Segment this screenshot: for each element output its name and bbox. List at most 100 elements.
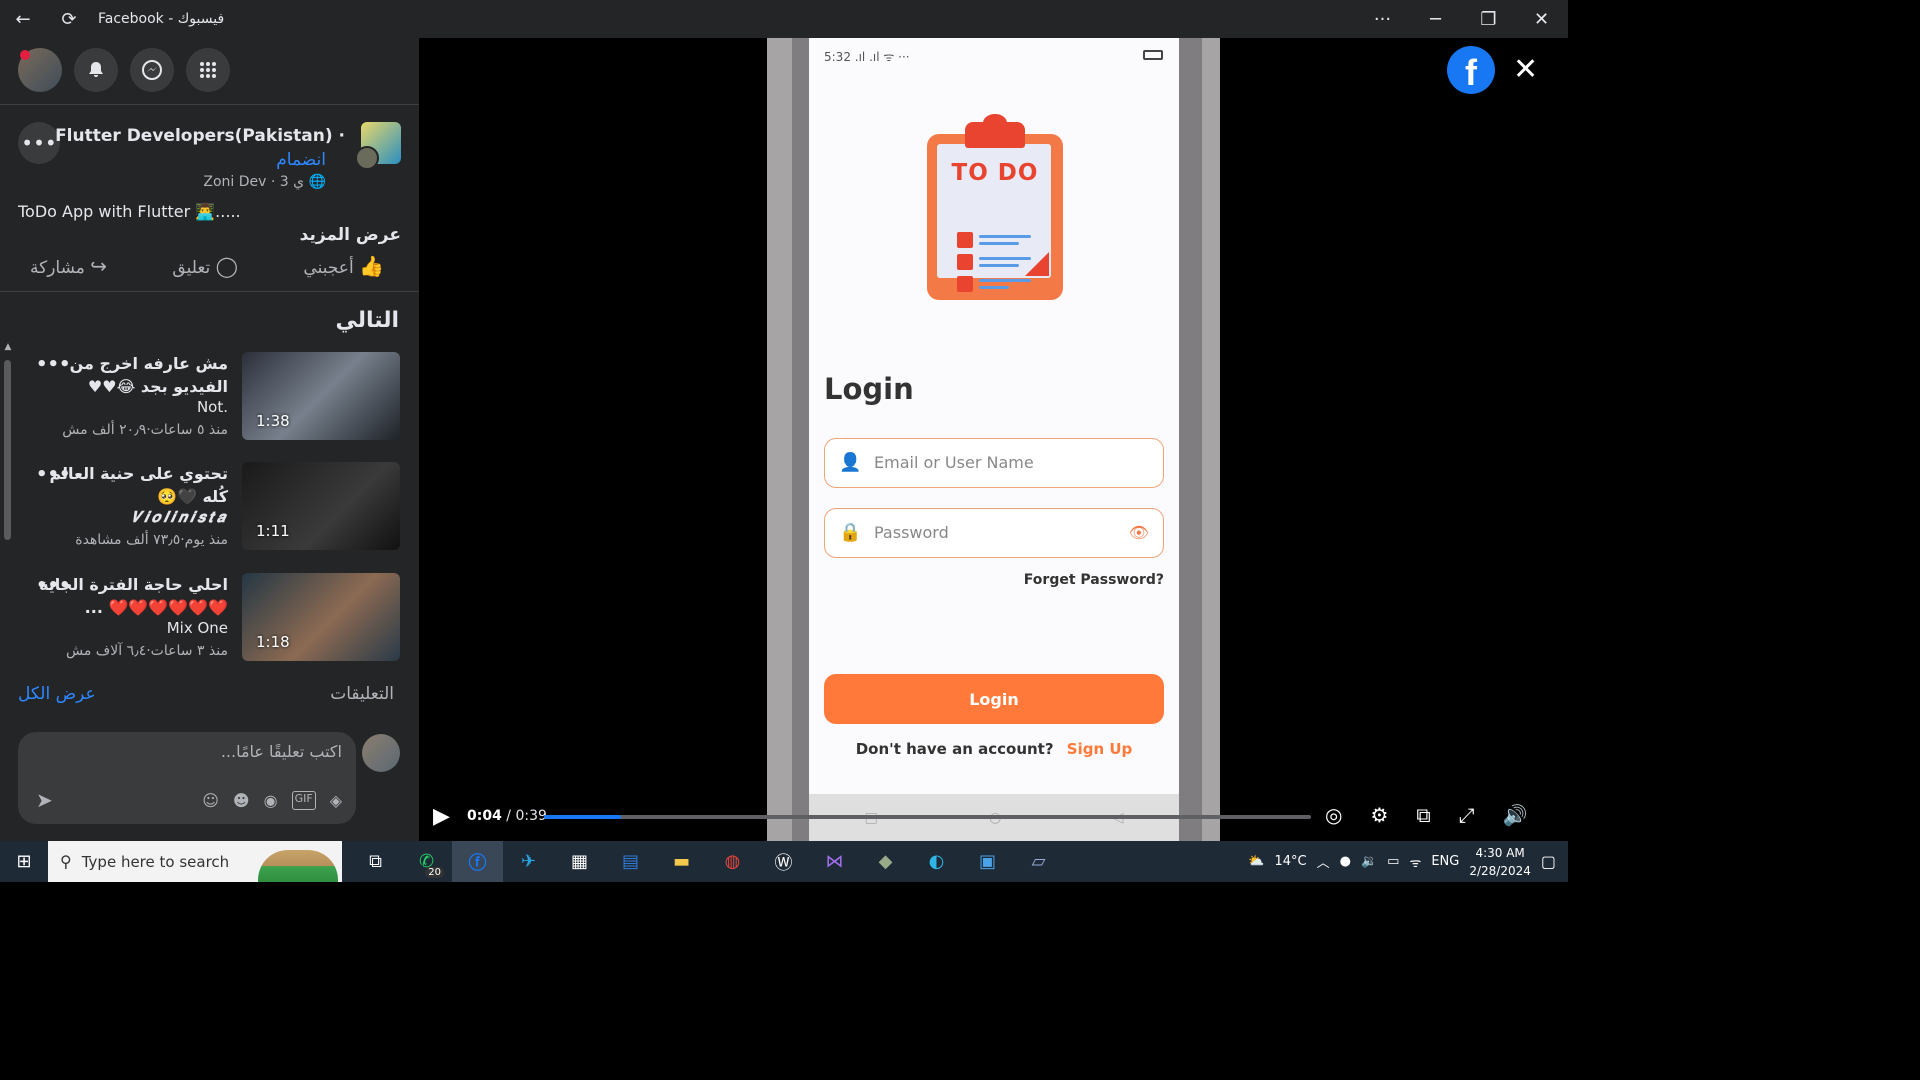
video-player[interactable]: 5:32 .ıl .ıl ᯤ ··· TO DO Login 👤 Email o… [419, 38, 1568, 841]
app-w-icon[interactable]: Ⓦ [758, 841, 809, 882]
wifi-icon[interactable]: ᯤ [1409, 853, 1421, 871]
windows-start-icon[interactable]: ⊞ [0, 841, 48, 882]
up-next-video[interactable]: ••• مش عارفه اخرج من الفيديو بجد 😂♥♥ Not… [30, 352, 400, 442]
volume-icon[interactable]: 🔊 [1503, 803, 1528, 827]
scroll-up-icon[interactable]: ▲ [4, 342, 12, 352]
commenter-avatar[interactable] [362, 734, 400, 772]
thumbs-up-icon: 👍 [359, 254, 384, 278]
camera-icon[interactable]: ◉ [264, 791, 278, 810]
divider [0, 104, 419, 105]
edge-icon[interactable]: ◐ [911, 841, 962, 882]
sticker-icon[interactable]: ◈ [330, 791, 342, 810]
share-label: مشاركة [30, 258, 85, 278]
time-separator: / [501, 808, 516, 824]
game-icon[interactable]: ◆ [860, 841, 911, 882]
restore-icon[interactable]: ❐ [1462, 0, 1515, 38]
emoji-icon[interactable]: ☻ [233, 791, 250, 810]
join-link[interactable]: انضمام [276, 150, 326, 170]
menu-grid-icon[interactable] [186, 48, 230, 92]
weather-icon[interactable]: ⛅ [1248, 854, 1264, 869]
divider [0, 291, 419, 292]
app-screen: 5:32 .ıl .ıl ᯤ ··· TO DO Login 👤 Email o… [809, 38, 1179, 841]
back-icon[interactable]: ← [0, 0, 46, 38]
scroll-thumb[interactable] [4, 360, 11, 540]
store-icon[interactable]: ▦ [554, 841, 605, 882]
close-window-icon[interactable]: ✕ [1515, 0, 1568, 38]
share-button[interactable]: مشاركة ↪ [30, 254, 113, 278]
settings-gear-icon[interactable]: ⚙ [1370, 803, 1388, 827]
picture-in-picture-icon[interactable]: ⧉ [1416, 803, 1430, 827]
up-next-video[interactable]: ••• تحتوي على حنية العالم كُله 🖤🥺 𝑽𝒊𝒐𝒍𝒊𝒏… [30, 462, 400, 552]
group-avatar[interactable] [355, 122, 401, 170]
visual-studio-icon[interactable]: ⋈ [809, 841, 860, 882]
search-placeholder: Type here to search [81, 852, 230, 871]
up-next-video[interactable]: ••• احلي حاجة الفترة الجاية ❤️❤️❤️❤️❤️❤️… [30, 573, 400, 663]
video-stats: منذ ٥ ساعات·٢٠٫٩ ألف مش [62, 422, 228, 438]
taskbar-search[interactable]: ⚲ Type here to search [48, 841, 342, 882]
video-thumbnail[interactable]: 1:38 [242, 352, 400, 440]
video-stats: منذ يوم·٧٣٫٥ ألف مشاهدة [75, 532, 228, 548]
captions-icon[interactable]: ◎ [1325, 803, 1342, 827]
whatsapp-icon[interactable]: ✆ 20 [401, 841, 452, 882]
post-actions: مشاركة ↪ تعليق ◯ أعجبني 👍 [30, 254, 390, 278]
tray-expand-icon[interactable]: ︿ [1317, 852, 1330, 871]
taskbar-clock[interactable]: 4:30 AM 2/28/2024 [1469, 844, 1531, 880]
see-all-comments-link[interactable]: عرض الكل [18, 684, 96, 704]
comment-box[interactable]: اكتب تعليقًا عامًا... ☺ ☻ ◉ GIF ◈ ➤ [18, 732, 356, 824]
status-time: 5:32 [824, 50, 851, 64]
messenger-icon[interactable] [130, 48, 174, 92]
app-login-button: Login [824, 674, 1164, 724]
facebook-taskbar-icon[interactable]: ⓕ [452, 841, 503, 882]
fullscreen-icon[interactable]: ⤢ [1459, 803, 1475, 827]
sign-up-text: Sign Up [1066, 740, 1133, 758]
comment-label: تعليق [172, 258, 211, 278]
window-more-icon[interactable]: ··· [1356, 0, 1409, 38]
password-placeholder: Password [874, 523, 949, 542]
facebook-logo-icon[interactable]: f [1447, 46, 1495, 94]
signal-icons: .ıl .ıl ᯤ ··· [854, 50, 910, 64]
comment-icon: ◯ [215, 254, 239, 278]
notifications-icon[interactable]: ▢ [1541, 852, 1556, 871]
video-duration: 1:11 [256, 522, 290, 540]
author-avatar[interactable] [355, 146, 379, 170]
photos-icon[interactable]: ▣ [962, 841, 1013, 882]
weather-temp[interactable]: 14°C [1274, 854, 1306, 869]
comment-input[interactable]: اكتب تعليقًا عامًا... [221, 742, 342, 761]
video-title: مش عارفه اخرج من الفيديو بجد 😂♥♥ [69, 354, 228, 396]
chrome-icon[interactable]: ◍ [707, 841, 758, 882]
task-view-icon[interactable]: ⧉ [350, 841, 401, 882]
minimize-icon[interactable]: ─ [1409, 0, 1462, 38]
player-controls: ▶ 0:04 / 0:39 ◎ ⚙ ⧉ ⤢ 🔊 [419, 798, 1568, 838]
language-indicator[interactable]: ENG [1431, 854, 1459, 869]
file-explorer-icon[interactable]: ▬ [656, 841, 707, 882]
avatar-sticker-icon[interactable]: ☺ [202, 791, 219, 810]
close-video-icon[interactable]: ✕ [1513, 52, 1538, 87]
share-icon: ↪ [90, 254, 108, 278]
scrollbar[interactable]: ▲ [4, 342, 12, 672]
signup-row: Don't have an account? Sign Up [809, 740, 1179, 758]
refresh-icon[interactable]: ⟳ [46, 0, 92, 38]
like-button[interactable]: أعجبني 👍 [303, 254, 390, 278]
see-more-link[interactable]: عرض المزيد [300, 225, 401, 245]
current-time: 0:04 [467, 808, 502, 824]
video-thumbnail[interactable]: 1:18 [242, 573, 400, 661]
windows-taskbar: ⊞ ⚲ Type here to search ⧉ ✆ 20 ⓕ ✈ ▦ ▤ ▬ … [0, 841, 1568, 882]
volume-tray-icon[interactable]: 🔉 [1361, 854, 1377, 869]
post-header: Flutter Developers(Pakistan) · انضمام Zo… [1, 122, 401, 192]
notifications-bell-icon[interactable] [74, 48, 118, 92]
gif-icon[interactable]: GIF [291, 791, 316, 810]
notes-icon[interactable]: ▱ [1013, 841, 1064, 882]
profile-avatar[interactable] [18, 48, 62, 92]
group-name[interactable]: Flutter Developers(Pakistan) · [55, 126, 345, 146]
video-thumbnail[interactable]: 1:11 [242, 462, 400, 550]
progress-bar[interactable] [544, 815, 1311, 819]
comment-button[interactable]: تعليق ◯ [172, 254, 244, 278]
video-duration: 1:18 [256, 633, 290, 651]
lock-icon: 🔒 [839, 522, 862, 543]
battery-tray-icon[interactable]: ▭ [1387, 854, 1399, 869]
play-icon[interactable]: ▶ [433, 804, 450, 829]
news-icon[interactable]: ▤ [605, 841, 656, 882]
telegram-icon[interactable]: ✈ [503, 841, 554, 882]
tray-app-icon[interactable]: ● [1340, 854, 1351, 869]
send-icon[interactable]: ➤ [36, 788, 53, 812]
